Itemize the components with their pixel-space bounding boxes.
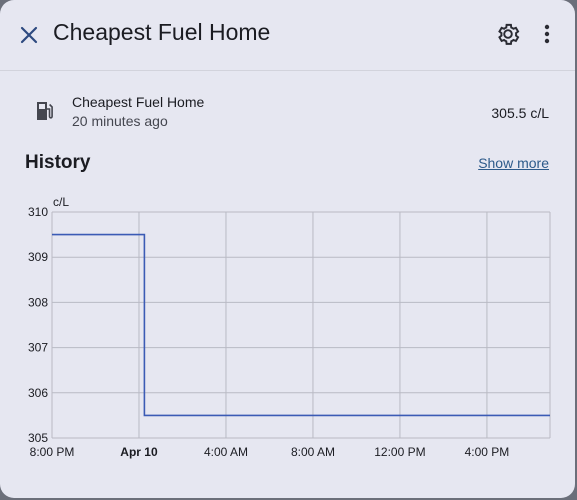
entity-row[interactable]: Cheapest Fuel Home 20 minutes ago 305.5 … — [0, 86, 575, 136]
x-tick-label: 12:00 PM — [374, 445, 425, 459]
x-tick-label: 4:00 PM — [465, 445, 510, 459]
y-tick-label: 310 — [28, 205, 48, 219]
history-heading: History — [25, 152, 91, 173]
y-tick-label: 308 — [28, 295, 48, 309]
y-tick-label: 305 — [28, 431, 48, 445]
gear-icon — [498, 23, 520, 45]
entity-state: 305.5 c/L — [491, 105, 549, 121]
y-tick-label: 306 — [28, 386, 48, 400]
header-divider — [0, 70, 575, 71]
history-chart[interactable]: 310 309 308 307 306 3058:00 PM Apr 10 4:00 AM 8:… — [0, 190, 575, 465]
dialog-title: Cheapest Fuel Home — [53, 19, 271, 45]
x-tick-label: 8:00 AM — [291, 445, 335, 459]
settings-button[interactable] — [495, 21, 521, 47]
show-more-link[interactable]: Show more — [478, 155, 549, 171]
more-info-dialog: Cheapest Fuel Home Cheapest Fuel Home 20… — [0, 0, 575, 498]
gas-station-icon — [37, 102, 53, 120]
dialog-header: Cheapest Fuel Home — [0, 0, 575, 70]
close-button[interactable] — [15, 21, 43, 49]
series-line — [52, 233, 550, 417]
y-axis-label: c/L — [53, 195, 69, 209]
close-icon — [20, 26, 38, 44]
x-tick-label: 8:00 PM — [30, 445, 75, 459]
y-tick-label: 307 — [28, 341, 48, 355]
x-tick-label: 4:00 AM — [204, 445, 248, 459]
more-options-button[interactable] — [536, 21, 558, 47]
entity-last-changed: 20 minutes ago — [72, 113, 168, 129]
y-tick-label: 309 — [28, 250, 48, 264]
more-vertical-icon — [544, 24, 550, 44]
entity-name: Cheapest Fuel Home — [72, 94, 205, 110]
x-tick-label: Apr 10 — [120, 445, 158, 459]
